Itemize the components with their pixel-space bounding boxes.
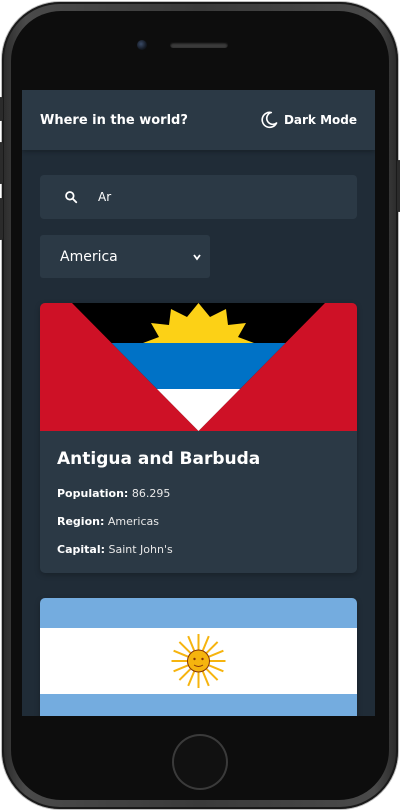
population-value: 86.295 xyxy=(131,487,171,500)
search-input[interactable] xyxy=(96,189,340,205)
app-header: Where in the world? Dark Mode xyxy=(22,90,375,150)
population-label: Population: xyxy=(57,487,129,500)
volume-up-button xyxy=(0,142,3,184)
earpiece-speaker xyxy=(170,42,228,48)
region-filter-value: America xyxy=(60,248,118,265)
sun-of-may-icon xyxy=(171,634,226,688)
front-camera xyxy=(137,40,147,50)
region-row: Region: Americas xyxy=(57,515,340,528)
chevron-down-icon xyxy=(193,253,201,260)
moon-icon xyxy=(261,111,278,129)
mute-switch xyxy=(0,97,3,121)
app-screen: Where in the world? Dark Mode America xyxy=(22,90,375,716)
flag-antigua-and-barbuda xyxy=(40,303,357,431)
region-value: Americas xyxy=(107,515,159,528)
country-card-body: Antigua and Barbuda Population: 86.295 R… xyxy=(40,431,357,556)
capital-label: Capital: xyxy=(57,543,105,556)
dark-mode-toggle[interactable]: Dark Mode xyxy=(260,111,357,129)
capital-row: Capital: Saint John's xyxy=(57,543,340,556)
region-filter-select[interactable]: America xyxy=(40,235,210,278)
search-bar[interactable] xyxy=(40,175,357,219)
population-row: Population: 86.295 xyxy=(57,487,340,500)
region-label: Region: xyxy=(57,515,105,528)
country-card[interactable] xyxy=(40,598,357,716)
volume-down-button xyxy=(0,198,3,240)
capital-value: Saint John's xyxy=(108,543,173,556)
home-button[interactable] xyxy=(172,734,228,790)
app-title: Where in the world? xyxy=(40,112,188,128)
country-name: Antigua and Barbuda xyxy=(57,449,261,469)
dark-mode-label: Dark Mode xyxy=(283,113,357,127)
search-icon xyxy=(64,190,86,204)
flag-argentina xyxy=(40,598,357,716)
country-card[interactable]: Antigua and Barbuda Population: 86.295 R… xyxy=(40,303,357,573)
